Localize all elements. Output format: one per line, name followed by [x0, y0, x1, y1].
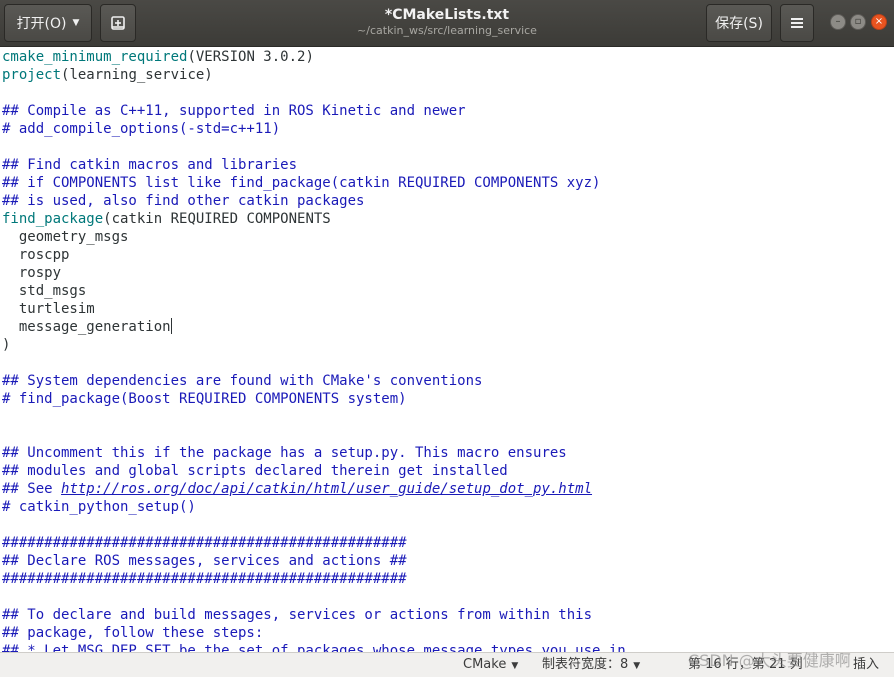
code-token: # add_compile_options(-std=c++11) [2, 121, 281, 137]
hamburger-menu-button[interactable] [780, 4, 814, 42]
code-line: turtlesim [2, 300, 95, 318]
code-token: cmake_minimum_required [2, 49, 188, 65]
minimize-button[interactable]: – [830, 14, 846, 30]
code-line: geometry_msgs [2, 228, 129, 246]
new-document-icon [111, 16, 125, 30]
code-token: ## Declare ROS messages, services and ac… [2, 553, 407, 569]
save-button[interactable]: 保存(S) [706, 4, 772, 42]
code-line: # add_compile_options(-std=c++11) [2, 120, 280, 138]
window-title: *CMakeLists.txt [384, 7, 510, 23]
code-token: turtlesim [2, 301, 95, 317]
close-button[interactable]: × [871, 14, 887, 30]
insert-mode-label: 插入 [853, 657, 880, 672]
window-subtitle: ~/catkin_ws/src/learning_service [357, 24, 537, 37]
code-token: ## Find catkin macros and libraries [2, 157, 298, 173]
code-token: ## is used, also find other catkin packa… [2, 193, 365, 209]
code-line: std_msgs [2, 282, 86, 300]
maximize-button[interactable]: ▫ [850, 14, 866, 30]
code-line: ## Declare ROS messages, services and ac… [2, 552, 407, 570]
code-token: ## package, follow these steps: [2, 625, 264, 641]
code-token: message_generation [2, 319, 171, 335]
code-line: find_package(catkin REQUIRED COMPONENTS [2, 210, 331, 228]
cursor-position[interactable]: 第 16 行，第 21 列 [688, 656, 803, 674]
header-bar: 打开(O) ▼ *CMakeLists.txt ~/catkin_ws/src/… [0, 0, 894, 47]
code-token: std_msgs [2, 283, 87, 299]
code-token: roscpp [2, 247, 70, 263]
code-line: cmake_minimum_required(VERSION 3.0.2) [2, 48, 314, 66]
code-token: ## modules and global scripts declared t… [2, 463, 508, 479]
code-token: find_package [2, 211, 104, 227]
close-icon: × [874, 16, 884, 27]
code-line: # find_package(Boost REQUIRED COMPONENTS… [2, 390, 407, 408]
code-link[interactable]: http://ros.org/doc/api/catkin/html/user_… [61, 481, 592, 497]
code-token: ## Uncomment this if the package has a s… [2, 445, 567, 461]
insert-mode-indicator[interactable]: 插入 [853, 656, 879, 674]
code-token: ## Compile as C++11, supported in ROS Ki… [2, 103, 466, 119]
code-line: ## Find catkin macros and libraries [2, 156, 297, 174]
code-token: ## See [2, 481, 62, 497]
code-token: ## * Let MSG_DEP_SET be the set of packa… [2, 643, 626, 652]
code-token: # find_package(Boost REQUIRED COMPONENTS… [2, 391, 407, 407]
code-token: (catkin REQUIRED COMPONENTS [103, 211, 331, 227]
language-label: CMake [463, 657, 507, 672]
tab-width-selector[interactable]: 制表符宽度：8 ▼ [542, 656, 640, 675]
code-line: ## Compile as C++11, supported in ROS Ki… [2, 102, 466, 120]
code-line: # catkin_python_setup() [2, 498, 196, 516]
new-document-button[interactable] [100, 4, 136, 42]
code-token: ## To declare and build messages, servic… [2, 607, 593, 623]
text-cursor [170, 318, 172, 334]
hamburger-menu-icon [791, 18, 803, 28]
code-token: project [2, 67, 62, 83]
code-token: ########################################… [2, 571, 407, 587]
code-token: ## System dependencies are found with CM… [2, 373, 483, 389]
status-bar: CMake ▼ 制表符宽度：8 ▼ 第 16 行，第 21 列 插入 [0, 652, 894, 677]
code-line: ## * Let MSG_DEP_SET be the set of packa… [2, 642, 626, 652]
minimize-icon: – [835, 16, 841, 27]
chevron-down-icon: ▼ [511, 661, 519, 671]
tab-width-label: 制表符宽度：8 [542, 657, 629, 672]
code-line: ## is used, also find other catkin packa… [2, 192, 364, 210]
cursor-position-label: 第 16 行，第 21 列 [688, 657, 803, 672]
code-token: (VERSION 3.0.2) [187, 49, 314, 65]
gedit-window: 打开(O) ▼ *CMakeLists.txt ~/catkin_ws/src/… [0, 0, 894, 677]
code-line: rospy [2, 264, 61, 282]
code-line: ) [2, 336, 10, 354]
code-line: message_generation [2, 318, 172, 336]
code-token: ) [2, 337, 11, 353]
code-line: ## System dependencies are found with CM… [2, 372, 482, 390]
code-line: ########################################… [2, 534, 407, 552]
code-line: ## To declare and build messages, servic… [2, 606, 592, 624]
code-line: ## package, follow these steps: [2, 624, 263, 642]
language-selector[interactable]: CMake ▼ [463, 656, 518, 675]
code-token: rospy [2, 265, 62, 281]
open-button-label: 打开(O) [16, 16, 67, 32]
text-editor-area[interactable]: cmake_minimum_required(VERSION 3.0.2) pro… [0, 47, 894, 652]
code-line: ########################################… [2, 570, 407, 588]
code-token: # catkin_python_setup() [2, 499, 196, 515]
code-token: ## if COMPONENTS list like find_package(… [2, 175, 601, 191]
code-line: ## See http://ros.org/doc/api/catkin/htm… [2, 480, 592, 498]
chevron-down-icon: ▼ [633, 661, 641, 671]
code-line: roscpp [2, 246, 70, 264]
code-token: (learning_service) [61, 67, 213, 83]
code-token: ########################################… [2, 535, 407, 551]
open-button[interactable]: 打开(O) ▼ [4, 4, 92, 42]
code-token: geometry_msgs [2, 229, 129, 245]
code-line: project(learning_service) [2, 66, 213, 84]
code-line: ## if COMPONENTS list like find_package(… [2, 174, 600, 192]
code-line: ## Uncomment this if the package has a s… [2, 444, 567, 462]
save-button-label: 保存(S) [715, 16, 763, 32]
maximize-icon: ▫ [854, 16, 862, 27]
chevron-down-icon: ▼ [72, 18, 80, 28]
window-title-block: *CMakeLists.txt ~/catkin_ws/src/learning… [230, 6, 664, 38]
code-line: ## modules and global scripts declared t… [2, 462, 508, 480]
